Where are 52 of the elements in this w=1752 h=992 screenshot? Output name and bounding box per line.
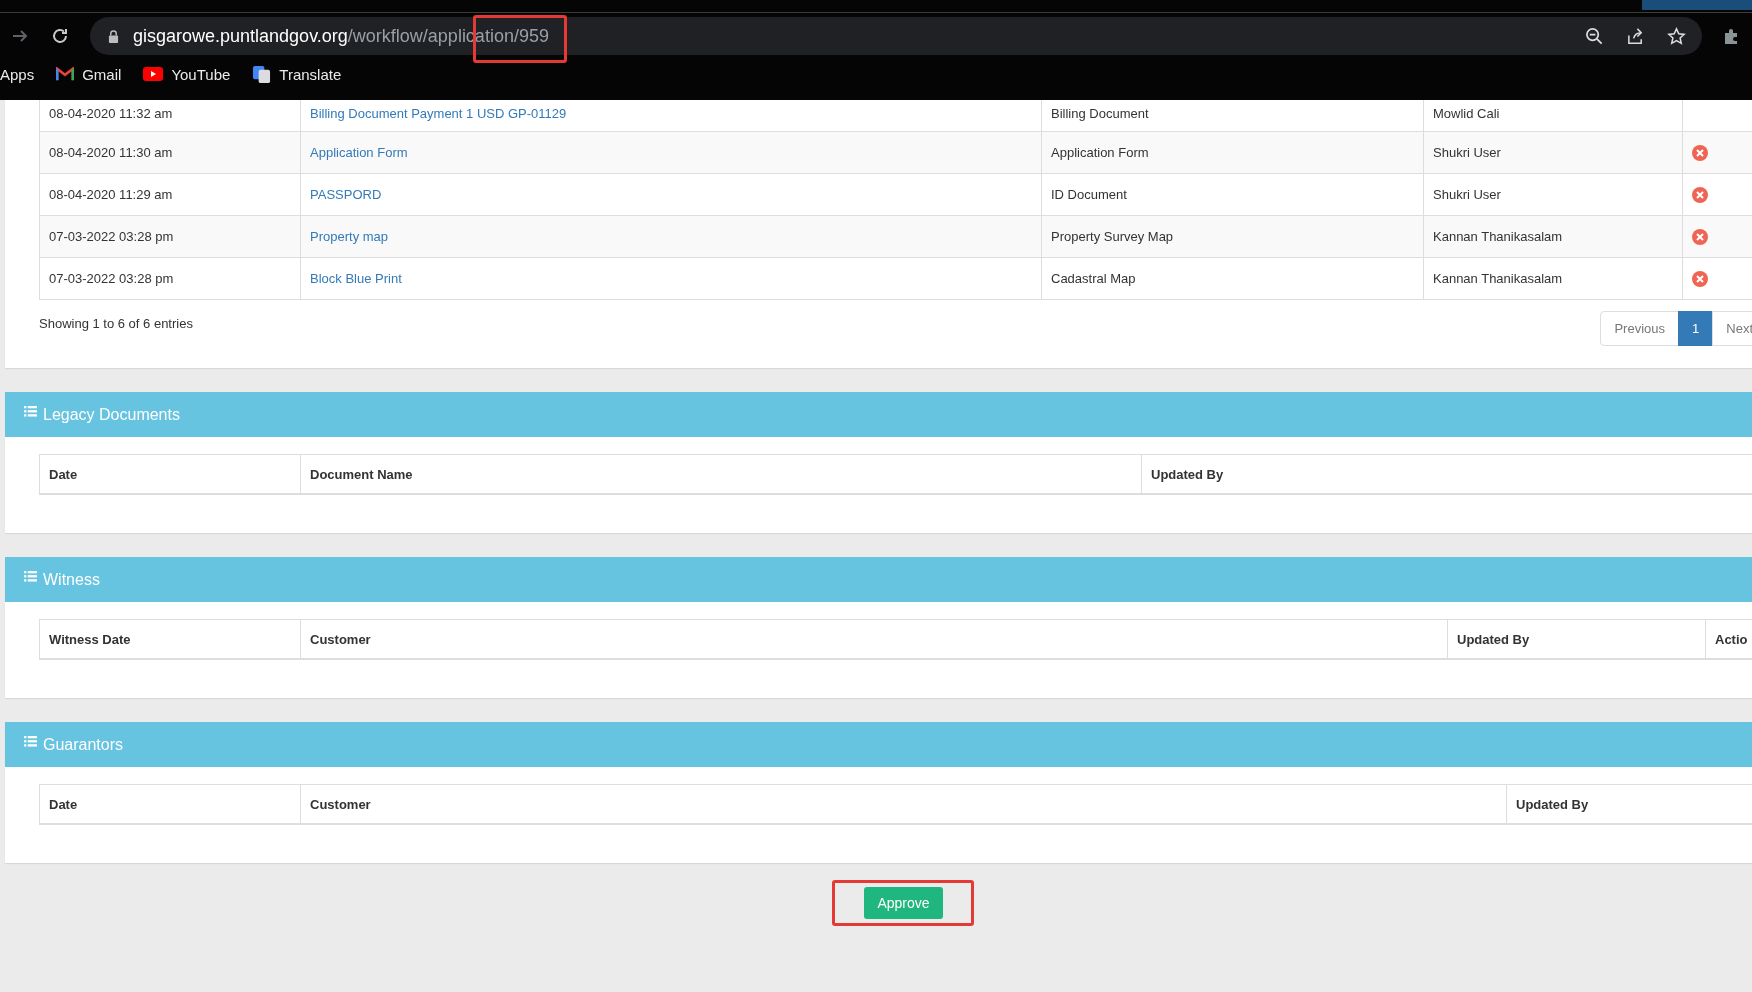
- table-cell: Shukri User: [1423, 132, 1682, 173]
- bookmark-link[interactable]: Gmail: [56, 65, 122, 83]
- column-header: Document Name: [300, 455, 1141, 493]
- play-icon: [143, 67, 164, 81]
- column-header: Updated By: [1447, 620, 1705, 658]
- table-cell-text: 08-04-2020 11:30 am: [48, 144, 174, 162]
- list-icon: [24, 736, 37, 747]
- zoom-out-icon[interactable]: [1585, 26, 1604, 46]
- table-cell: Cadastral Map: [1041, 258, 1423, 299]
- delete-icon[interactable]: [1692, 186, 1708, 203]
- delete-icon[interactable]: [1692, 144, 1708, 161]
- pagination-button[interactable]: 1: [1678, 311, 1714, 346]
- document-link[interactable]: Block Blue Print: [310, 271, 402, 286]
- document-link[interactable]: PASSPORD: [310, 187, 382, 202]
- star-icon[interactable]: [1667, 26, 1686, 46]
- table-cell: Kannan Thanikasalam: [1423, 258, 1682, 299]
- delete-icon[interactable]: [1692, 270, 1708, 287]
- list-icon: [24, 571, 37, 582]
- list-icon: [24, 406, 37, 417]
- mail-icon: [56, 67, 75, 81]
- table-cell-text: 07-03-2022 03:28 pm: [48, 270, 175, 288]
- table-cell: Property Survey Map: [1041, 216, 1423, 257]
- table-cell: Kannan Thanikasalam: [1423, 216, 1682, 257]
- translate-icon: [252, 64, 272, 84]
- table-cell: Application Form: [1041, 132, 1423, 173]
- share-icon[interactable]: [1626, 26, 1645, 46]
- table-cell-text: 08-04-2020 11:29 am: [48, 186, 174, 204]
- pagination-button[interactable]: Previous: [1600, 311, 1680, 346]
- lock-icon: [108, 29, 119, 43]
- bookmark-link[interactable]: Translate: [252, 64, 342, 84]
- bookmark-link[interactable]: YouTube: [143, 65, 231, 83]
- document-link[interactable]: Application Form: [310, 145, 408, 160]
- entries-info: Showing 1 to 6 of 6 entries: [39, 315, 193, 331]
- column-header: Date: [48, 795, 79, 814]
- table-cell-text: 07-03-2022 03:28 pm: [48, 228, 175, 246]
- column-header: Witness Date: [48, 630, 132, 649]
- table-cell-text: 08-04-2020 11:32 am: [48, 105, 174, 123]
- column-header: Customer: [300, 620, 1447, 658]
- delete-icon[interactable]: [1692, 228, 1708, 245]
- bookmark-link[interactable]: Apps: [0, 65, 35, 83]
- panel-title: Legacy Documents: [43, 405, 180, 424]
- column-header: Actio: [1705, 620, 1752, 658]
- column-header: Updated By: [1141, 455, 1625, 493]
- column-header: Date: [48, 465, 79, 484]
- reload-icon[interactable]: [50, 26, 70, 46]
- panel-title: Witness: [43, 570, 100, 589]
- panel-title: Guarantors: [43, 735, 124, 754]
- column-header: Customer: [300, 785, 1506, 823]
- document-link[interactable]: Billing Document Payment 1 USD GP-01129: [310, 106, 567, 121]
- column-header: Updated By: [1506, 785, 1752, 823]
- approve-button[interactable]: Approve: [864, 887, 943, 919]
- document-link[interactable]: Property map: [310, 229, 389, 244]
